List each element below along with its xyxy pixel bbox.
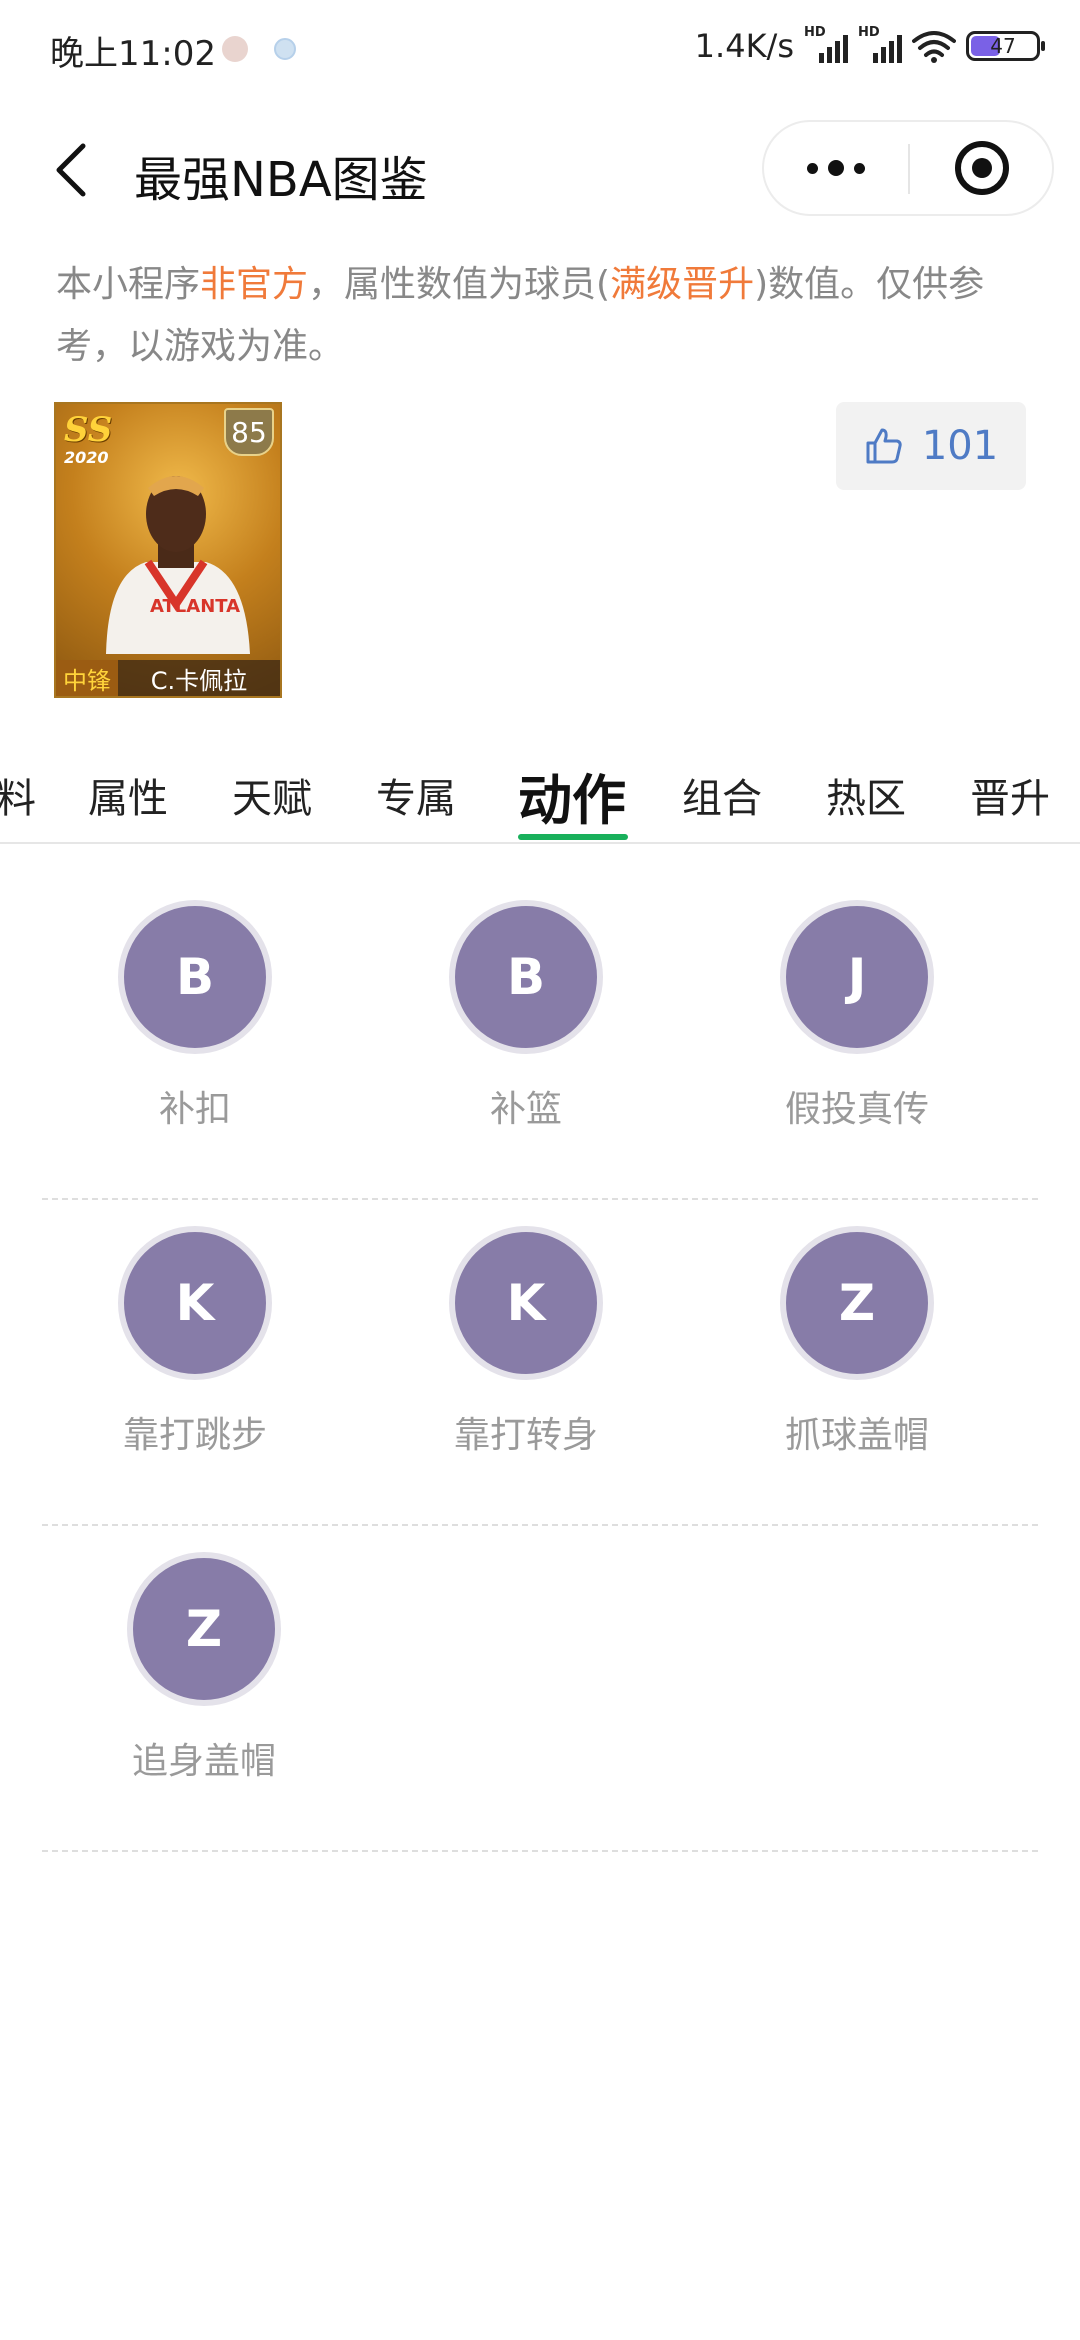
move-grade-badge: J xyxy=(780,900,934,1054)
player-rating: 85 xyxy=(224,408,274,456)
active-tab-indicator xyxy=(518,834,628,840)
status-right: 1.4K/s HD HD 47 xyxy=(694,25,1045,66)
tab-promotion[interactable]: 晋升 xyxy=(970,748,1050,842)
notification-icon xyxy=(274,38,296,60)
player-name: C.卡佩拉 xyxy=(118,660,280,696)
move-grade-badge: K xyxy=(449,1226,603,1380)
chevron-left-icon xyxy=(56,143,86,197)
more-button[interactable] xyxy=(764,122,908,214)
tab-exclusive[interactable]: 专属 xyxy=(376,748,456,842)
close-miniprogram-button[interactable] xyxy=(910,122,1054,214)
move-name: 抓球盖帽 xyxy=(784,1415,929,1456)
move-name: 追身盖帽 xyxy=(131,1741,276,1782)
moves-row: K 靠打跳步 K 靠打转身 Z 抓球盖帽 xyxy=(42,1200,1038,1526)
tab-bar: 料 属性 天赋 专属 动作 组合 热区 晋升 xyxy=(0,748,1080,844)
move-name: 靠打跳步 xyxy=(122,1415,267,1456)
moves-row: Z 追身盖帽 xyxy=(42,1526,1038,1852)
svg-text:ATLANTA: ATLANTA xyxy=(150,596,240,617)
player-card[interactable]: ATLANTA SS 2020 85 中锋 C.卡佩拉 xyxy=(54,402,282,698)
move-grade-badge: B xyxy=(118,900,272,1054)
tab-hotzones[interactable]: 热区 xyxy=(826,748,906,842)
move-name: 假投真传 xyxy=(784,1089,929,1130)
status-time: 晚上11:02 xyxy=(50,34,216,74)
tab-talents[interactable]: 天赋 xyxy=(232,748,312,842)
notice-text: 本小程序 xyxy=(56,264,201,305)
move-grade-badge: Z xyxy=(127,1552,281,1706)
moves-row: B 补扣 B 补篮 J 假投真传 xyxy=(42,874,1038,1200)
move-grade-badge: K xyxy=(118,1226,272,1380)
wifi-icon xyxy=(912,31,956,63)
move-item[interactable]: Z 抓球盖帽 xyxy=(757,1226,957,1458)
network-speed: 1.4K/s xyxy=(694,27,794,65)
notice-text: ，属性数值为球员( xyxy=(308,264,611,305)
nav-bar: 最强NBA图鉴 xyxy=(0,110,1080,230)
notice-highlight: 满级晋升 xyxy=(610,264,755,305)
card-season: 2020 xyxy=(64,448,109,467)
move-name: 靠打转身 xyxy=(453,1415,598,1456)
tab-profile[interactable]: 料 xyxy=(0,748,36,842)
battery-level: 47 xyxy=(990,34,1016,58)
signal-icon: HD xyxy=(858,25,902,63)
tab-combos[interactable]: 组合 xyxy=(682,748,762,842)
move-item[interactable]: B 补扣 xyxy=(95,900,295,1132)
signal-icon: HD xyxy=(804,25,848,63)
move-item[interactable]: K 靠打跳步 xyxy=(95,1226,295,1458)
move-item[interactable]: J 假投真传 xyxy=(757,900,957,1132)
tab-moves[interactable]: 动作 xyxy=(518,748,626,842)
move-name: 补扣 xyxy=(158,1089,231,1130)
battery-icon: 47 xyxy=(966,31,1045,61)
more-dots-icon xyxy=(807,162,818,174)
notice-highlight: 非官方 xyxy=(200,264,309,305)
disclaimer-notice: 本小程序非官方，属性数值为球员(满级晋升)数值。仅供参考，以游戏为准。 xyxy=(56,254,1036,378)
like-count: 101 xyxy=(921,423,999,469)
tab-attributes[interactable]: 属性 xyxy=(88,748,168,842)
notification-icon xyxy=(222,36,248,62)
thumbs-up-icon xyxy=(866,428,902,464)
move-grade-badge: Z xyxy=(780,1226,934,1380)
move-grade-badge: B xyxy=(449,900,603,1054)
player-photo: ATLANTA xyxy=(106,476,250,654)
move-item[interactable]: Z 追身盖帽 xyxy=(104,1552,304,1784)
page-title: 最强NBA图鉴 xyxy=(134,152,428,208)
move-item[interactable]: B 补篮 xyxy=(426,900,626,1132)
player-position: 中锋 xyxy=(56,660,118,696)
move-name: 补篮 xyxy=(489,1089,562,1130)
move-item[interactable]: K 靠打转身 xyxy=(426,1226,626,1458)
target-close-icon xyxy=(955,141,1009,195)
like-button[interactable]: 101 xyxy=(836,402,1026,490)
status-bar: 晚上11:02 1.4K/s HD HD 47 xyxy=(0,0,1080,100)
back-button[interactable] xyxy=(40,138,100,202)
moves-grid: B 补扣 B 补篮 J 假投真传 K 靠打跳步 K 靠打转身 Z 抓球盖帽 Z … xyxy=(42,874,1038,1852)
card-series-badge: SS xyxy=(64,410,113,450)
miniprogram-capsule xyxy=(762,120,1054,216)
